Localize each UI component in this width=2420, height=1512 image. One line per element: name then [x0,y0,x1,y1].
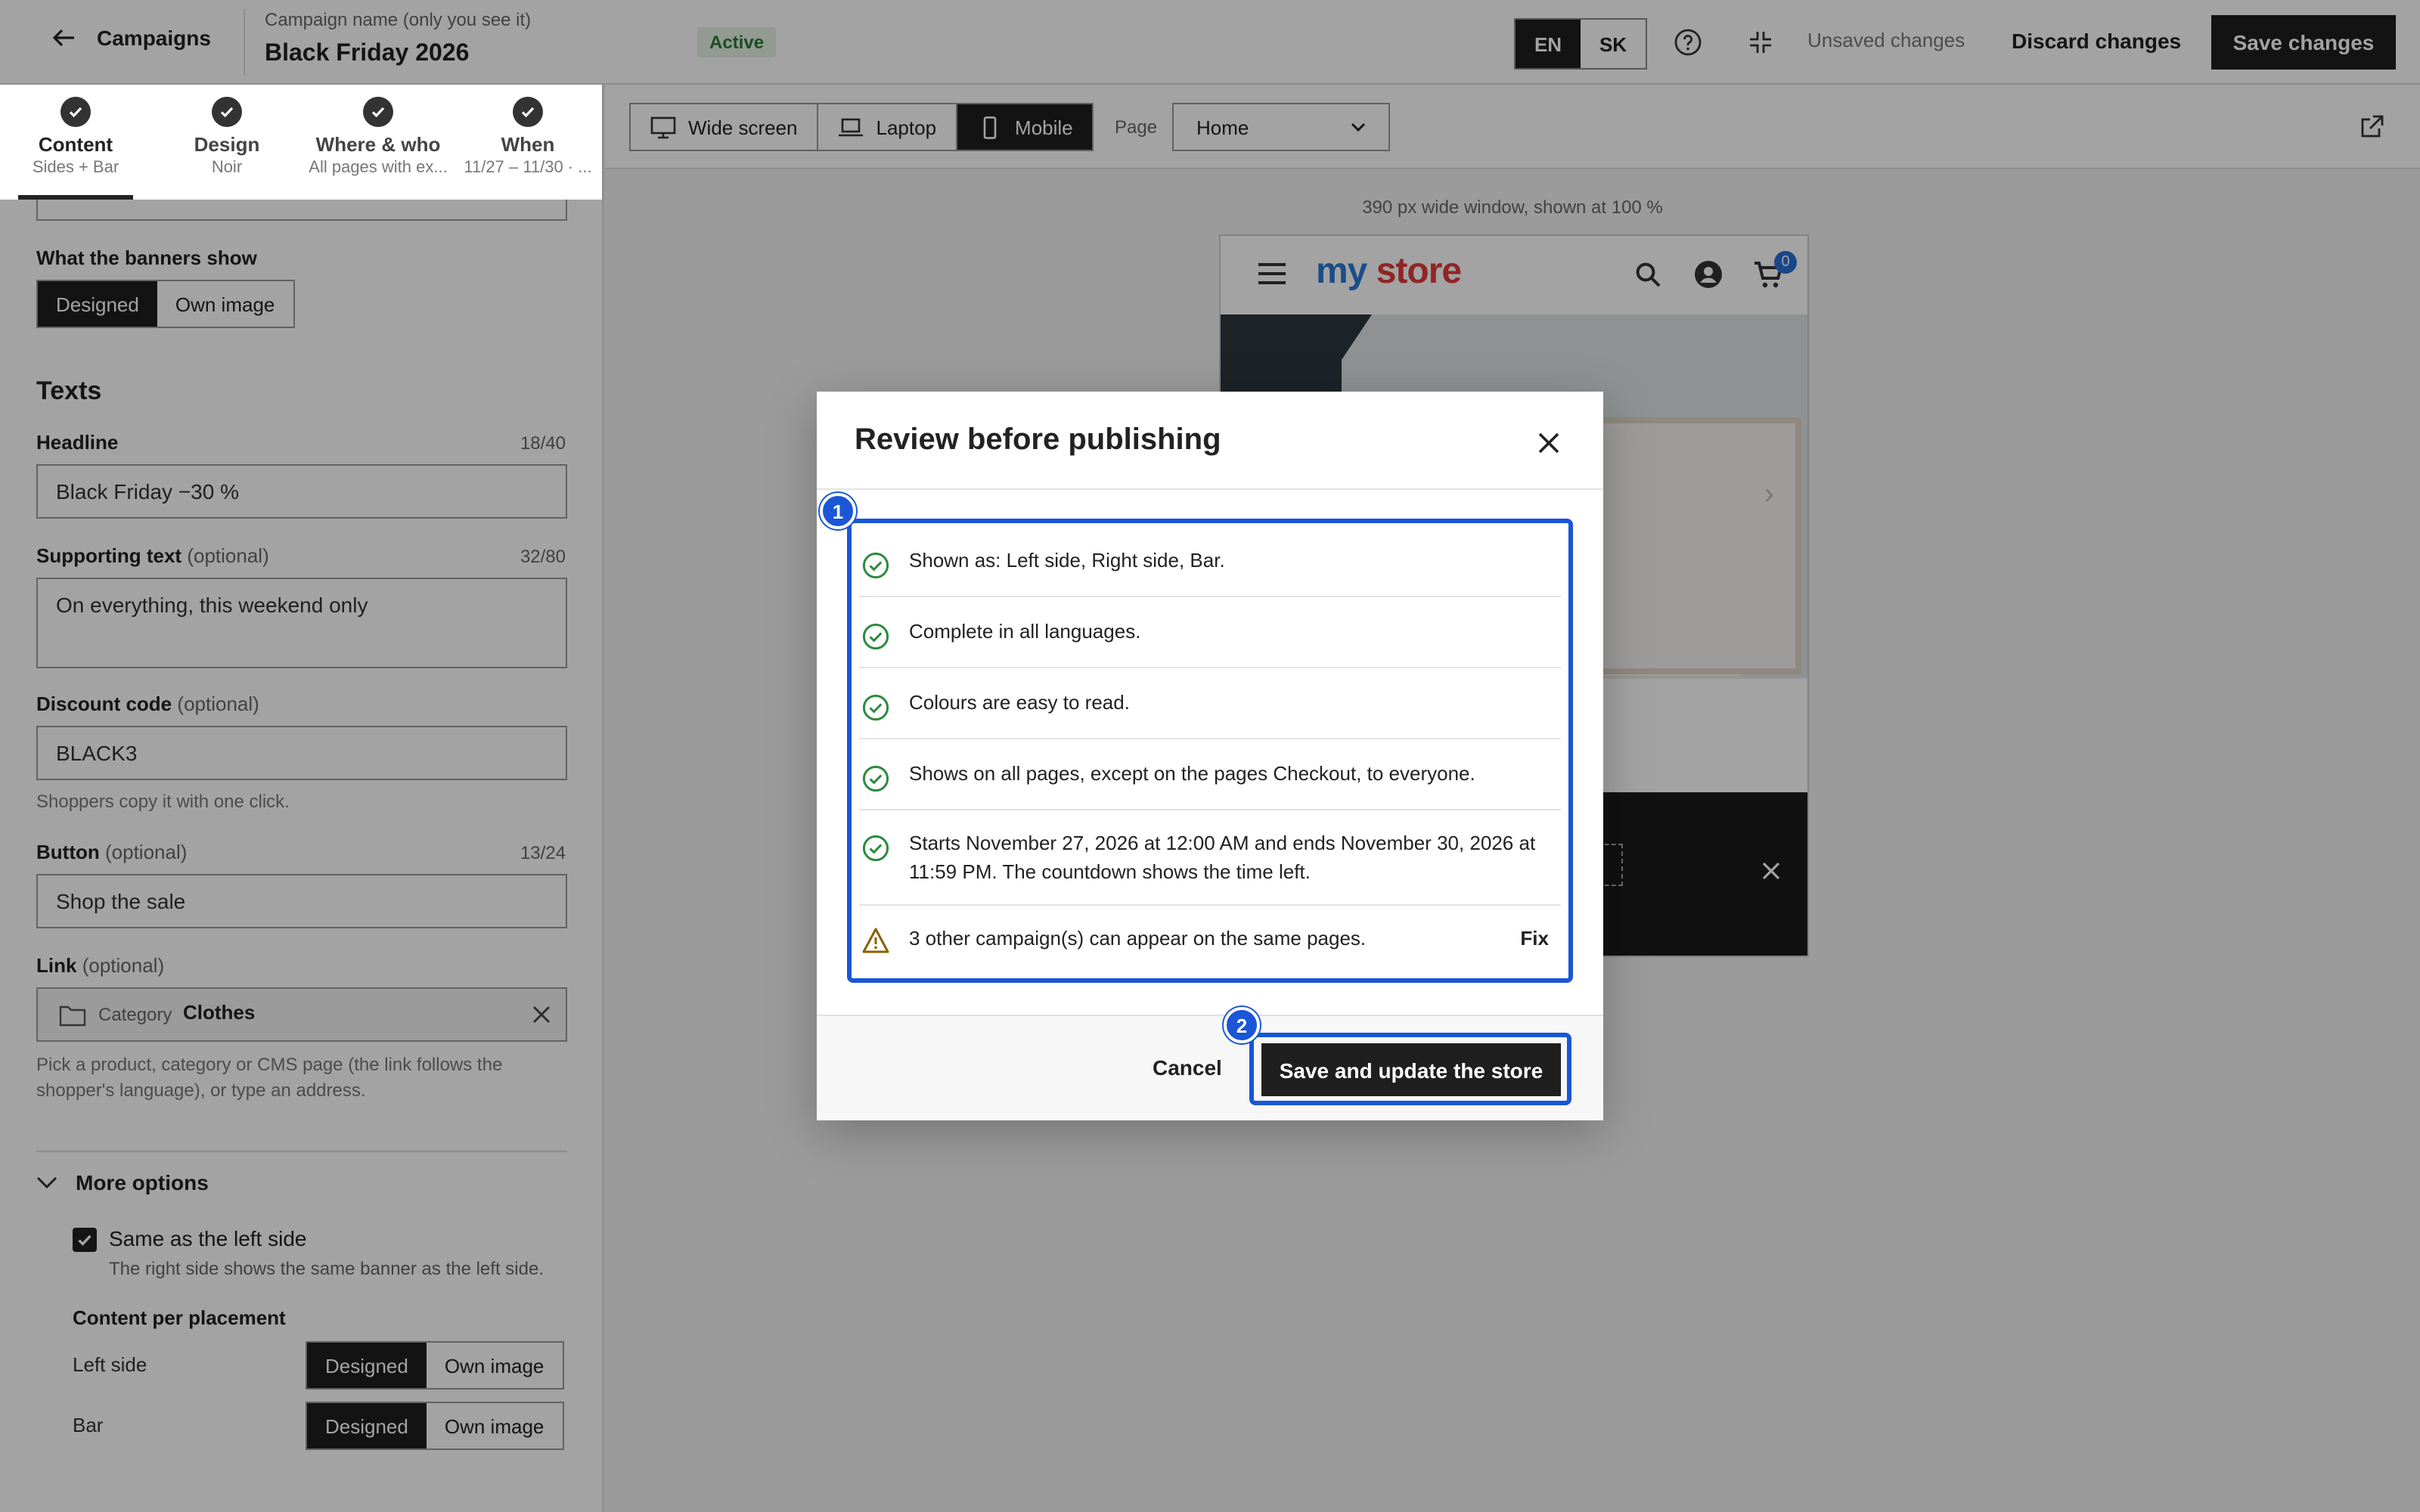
check-icon [363,97,393,127]
check-circle-icon [862,835,889,862]
check-circle-icon [862,765,889,792]
step-marker-1: 1 [820,493,856,529]
close-icon[interactable] [1538,432,1559,454]
list-item: Shown as: Left side, Right side, Bar. [859,526,1561,597]
step-title: Where & who [315,133,441,156]
check-circle-icon [862,694,889,721]
tab-design[interactable]: Design Noir [151,97,302,177]
tab-where-who[interactable]: Where & who All pages with ex... [302,97,454,177]
step-marker-2: 2 [1224,1007,1260,1043]
save-and-update-button[interactable]: Save and update the store [1261,1043,1561,1096]
step-subtitle: All pages with ex... [309,159,448,177]
check-icon [60,97,91,127]
check-icon [212,97,242,127]
step-subtitle: Sides + Bar [32,159,119,177]
divider [817,488,1603,490]
list-item: Starts November 27, 2026 at 12:00 AM and… [859,810,1561,906]
confirm-highlight: Save and update the store [1249,1033,1571,1105]
check-icon [513,97,543,127]
cancel-button[interactable]: Cancel [1153,1055,1222,1080]
step-title: When [501,133,555,156]
item-text: Complete in all languages. [909,620,1141,643]
item-text: Shown as: Left side, Right side, Bar. [909,549,1225,572]
review-checklist: Shown as: Left side, Right side, Bar. Co… [847,519,1573,983]
item-text: Colours are easy to read. [909,691,1130,714]
dialog-footer: Cancel Save and update the store [817,1015,1603,1120]
item-text: Starts November 27, 2026 at 12:00 AM and… [909,832,1536,883]
active-step-indicator [18,195,133,200]
fix-link[interactable]: Fix [1520,927,1549,950]
warning-icon [862,928,889,953]
check-circle-icon [862,623,889,650]
step-subtitle: Noir [211,159,243,177]
review-dialog: Review before publishing Shown as: Left … [817,392,1603,1120]
dialog-title: Review before publishing [855,423,1221,457]
list-item: Complete in all languages. [859,597,1561,668]
step-subtitle: 11/27 – 11/30 · ... [464,159,592,177]
tab-when[interactable]: When 11/27 – 11/30 · ... [452,97,602,177]
list-item: Shows on all pages, except on the pages … [859,739,1561,810]
item-text: 3 other campaign(s) can appear on the sa… [909,927,1367,950]
tab-content[interactable]: Content Sides + Bar [0,97,151,177]
item-text: Shows on all pages, except on the pages … [909,762,1475,785]
check-circle-icon [862,552,889,579]
step-tabs: Content Sides + Bar Design Noir Where & … [0,85,602,200]
list-item: Colours are easy to read. [859,668,1561,739]
list-item: 3 other campaign(s) can appear on the sa… [859,906,1561,978]
step-title: Content [38,133,113,156]
step-title: Design [194,133,260,156]
